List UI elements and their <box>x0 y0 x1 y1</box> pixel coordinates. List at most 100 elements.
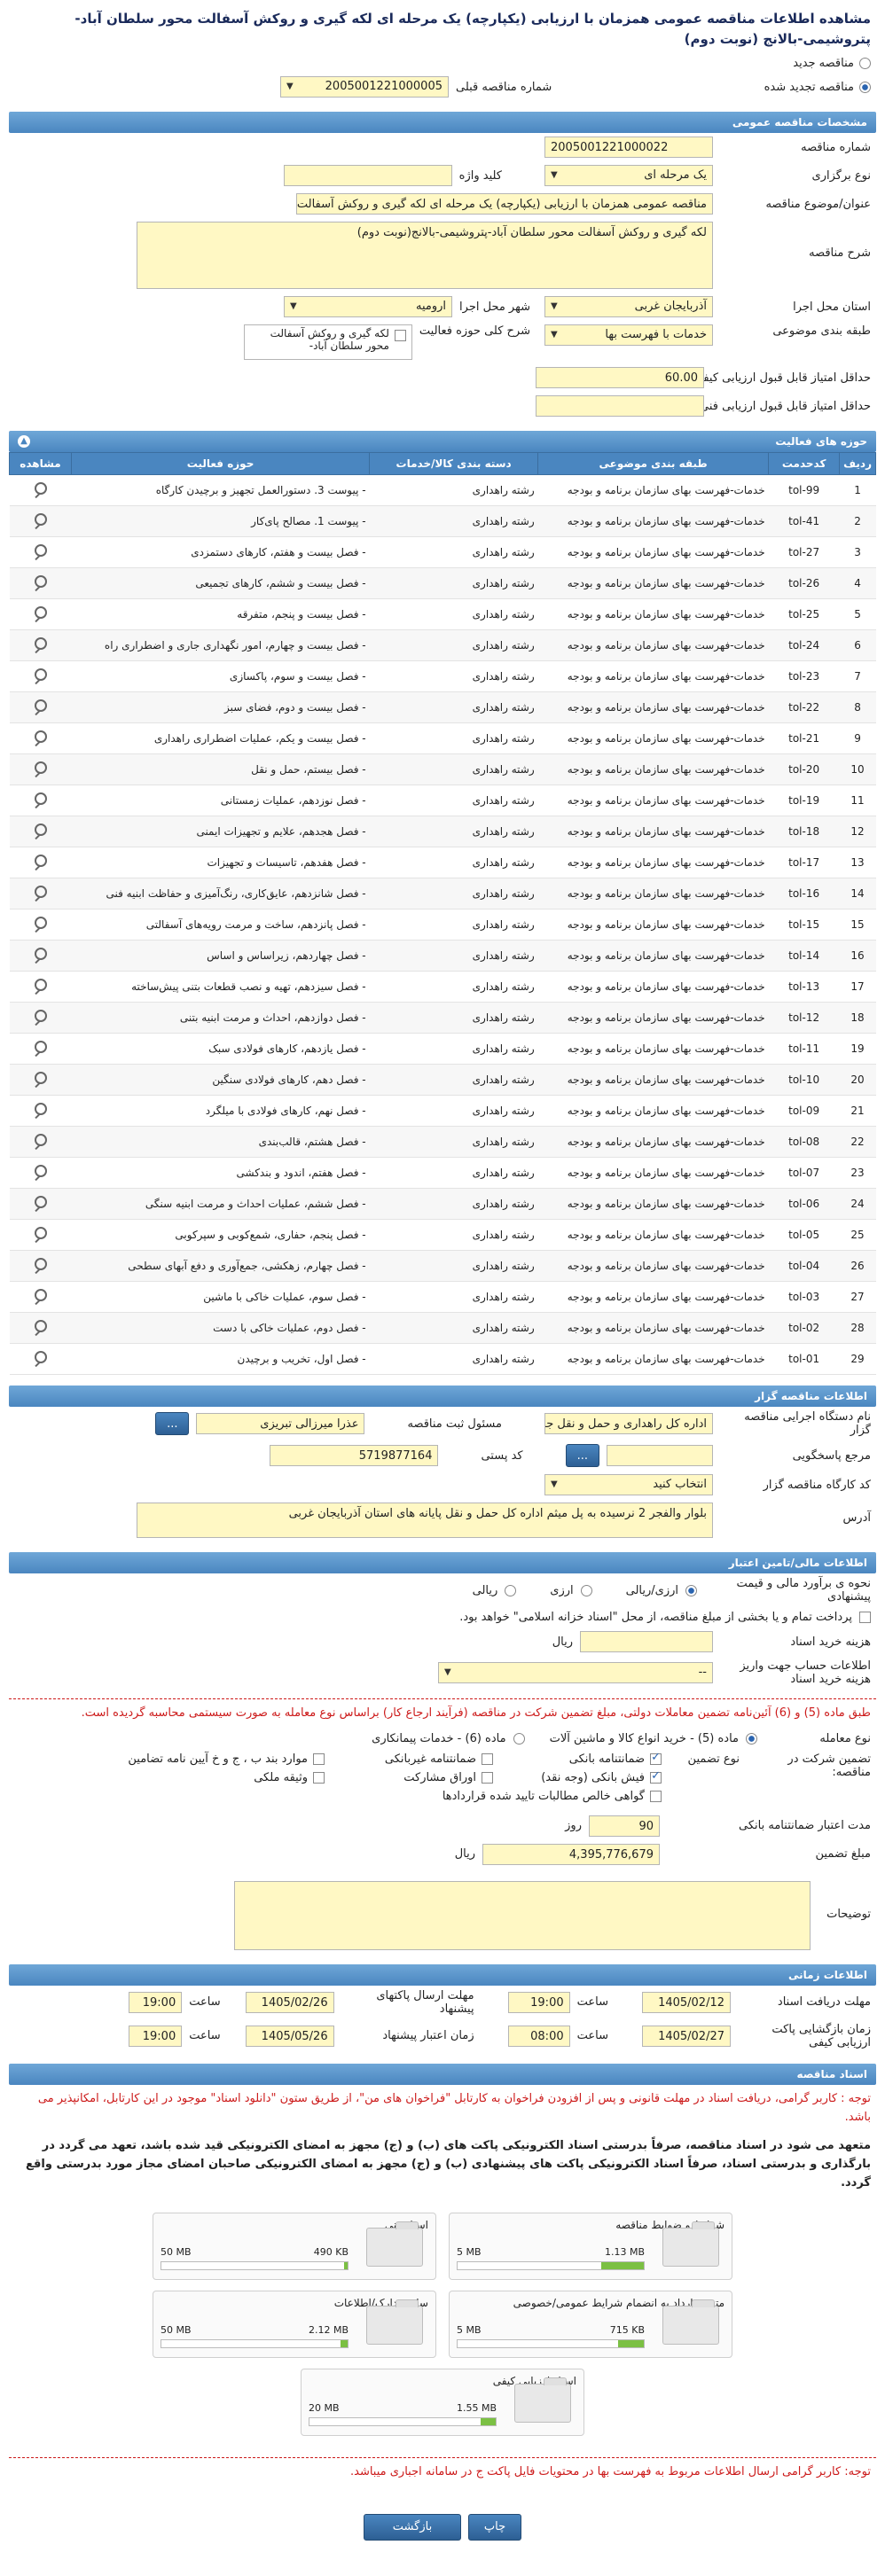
magnifier-icon[interactable] <box>33 1350 49 1366</box>
doc-receive-time[interactable]: 19:00 <box>507 1991 570 2013</box>
cell-view[interactable] <box>9 536 72 568</box>
magnifier-icon[interactable] <box>33 605 49 621</box>
opening-date[interactable]: 1405/02/27 <box>642 2025 731 2047</box>
document-card[interactable]: متن قرارداد به انضمام شرایط عمومی/خصوصی 7… <box>449 2290 732 2358</box>
magnifier-icon[interactable] <box>33 1319 49 1335</box>
validity-time[interactable]: 19:00 <box>129 2025 183 2047</box>
magnifier-icon[interactable] <box>33 1226 49 1242</box>
validity-field[interactable]: 90 <box>589 1815 660 1837</box>
address-field[interactable]: بلوار والفجر 2 نرسیده به پل میثم اداره ک… <box>137 1503 713 1538</box>
registrar-more-button[interactable]: ... <box>155 1412 190 1435</box>
notes-field[interactable] <box>234 1880 811 1950</box>
registrar-field[interactable]: عذرا میرزالی تبریزی <box>196 1413 365 1434</box>
magnifier-icon[interactable] <box>33 574 49 590</box>
cell-view[interactable] <box>9 1126 72 1158</box>
cell-view[interactable] <box>9 629 72 661</box>
cell-view[interactable] <box>9 1095 72 1127</box>
renewed-tender-radio[interactable] <box>859 81 871 93</box>
document-card[interactable]: اسناد ارزیابی کیفی 1.55 MB 20 MB <box>301 2368 584 2436</box>
cell-view[interactable] <box>9 1033 72 1065</box>
cell-view[interactable] <box>9 505 72 537</box>
magnifier-icon[interactable] <box>33 730 49 745</box>
cell-view[interactable] <box>9 1250 72 1282</box>
doc-cost-field[interactable] <box>580 1631 713 1652</box>
device-field[interactable]: اداره کل راهداری و حمل و نقل جاده ای است… <box>544 1413 713 1434</box>
g-cheque-option[interactable]: فیش بانکی (وجه نقد) <box>502 1769 662 1784</box>
opening-time[interactable]: 08:00 <box>507 2025 570 2047</box>
magnifier-icon[interactable] <box>33 1071 49 1087</box>
subject-field[interactable]: مناقصه عمومی همزمان با ارزیابی (یکپارچه)… <box>296 193 713 215</box>
g-nonbank-option[interactable]: ضمانتنامه غیربانکی <box>333 1752 493 1766</box>
magnifier-icon[interactable] <box>33 512 49 528</box>
g-bank-option[interactable]: ضمانتنامه بانکی <box>502 1751 662 1766</box>
cell-view[interactable] <box>9 1064 72 1096</box>
account-select[interactable]: -- ▼ <box>438 1662 713 1683</box>
cell-view[interactable] <box>9 722 72 754</box>
document-card[interactable]: اسناد فنی490 KB50 MB <box>153 2212 436 2280</box>
g-bonds-option[interactable]: اوراق مشارکت <box>333 1771 493 1784</box>
magnifier-icon[interactable] <box>33 667 49 683</box>
g-property-checkbox[interactable] <box>313 1771 325 1784</box>
cell-view[interactable] <box>9 753 72 785</box>
magnifier-icon[interactable] <box>33 792 49 808</box>
min-tech-field[interactable] <box>536 395 704 417</box>
reference-field[interactable] <box>607 1445 713 1466</box>
category-select[interactable]: خدمات با فهرست بها ▼ <box>544 324 713 346</box>
print-button[interactable]: چاپ <box>468 2513 521 2541</box>
g-other-checkbox[interactable] <box>313 1752 325 1765</box>
cell-view[interactable] <box>9 1312 72 1344</box>
reference-more-button[interactable]: ... <box>565 1444 599 1467</box>
cell-view[interactable] <box>9 940 72 972</box>
magnifier-icon[interactable] <box>33 885 49 901</box>
keyword-field[interactable] <box>283 165 452 186</box>
workshop-select[interactable]: انتخاب کنید ▼ <box>544 1474 713 1495</box>
postal-field[interactable]: 5719877164 <box>270 1445 439 1466</box>
cell-view[interactable] <box>9 1343 72 1375</box>
prev-number-select[interactable]: 2005001221000005 ▼ <box>280 76 449 98</box>
city-select[interactable]: ارومیه ▼ <box>284 296 453 317</box>
magnifier-icon[interactable] <box>33 636 49 652</box>
new-tender-radio[interactable] <box>859 58 871 69</box>
cell-view[interactable] <box>9 660 72 692</box>
document-card[interactable]: شرایط و ضوابط مناقصه 1.13 MB 5 MB <box>449 2212 732 2280</box>
magnifier-icon[interactable] <box>33 543 49 559</box>
cell-view[interactable] <box>9 847 72 878</box>
magnifier-icon[interactable] <box>33 1102 49 1118</box>
cell-view[interactable] <box>9 1281 72 1313</box>
doc-receive-date[interactable]: 1405/02/12 <box>642 1991 731 2013</box>
magnifier-icon[interactable] <box>33 978 49 994</box>
new-tender-option[interactable]: مناقصه جدید <box>9 54 876 73</box>
cell-view[interactable] <box>9 1219 72 1251</box>
magnifier-icon[interactable] <box>33 1164 49 1180</box>
foreign-radio[interactable] <box>580 1584 592 1596</box>
description-field[interactable]: لکه گیری و روکش آسفالت محور سلطان آباد-پ… <box>137 222 713 289</box>
cell-view[interactable] <box>9 598 72 630</box>
magnifier-icon[interactable] <box>33 916 49 932</box>
activity-scope-checkbox[interactable] <box>394 330 406 341</box>
currency-rial-radio[interactable] <box>685 1584 697 1596</box>
magnifier-icon[interactable] <box>33 1195 49 1211</box>
magnifier-icon[interactable] <box>33 1288 49 1304</box>
amount-field[interactable]: 4,395,776,679 <box>482 1843 660 1865</box>
magnifier-icon[interactable] <box>33 699 49 714</box>
cell-view[interactable] <box>9 909 72 941</box>
magnifier-icon[interactable] <box>33 947 49 963</box>
g-nonbank-checkbox[interactable] <box>482 1752 493 1765</box>
rial-radio[interactable] <box>505 1584 517 1596</box>
g-receivables-option[interactable]: گواهی خالص مطالبات تایید شده قراردادها <box>76 1790 662 1803</box>
magnifier-icon[interactable] <box>33 823 49 839</box>
cell-view[interactable] <box>9 878 72 909</box>
activity-scope-list[interactable]: لکه گیری و روکش آسفالت محور سلطان آباد- <box>243 324 412 360</box>
g-receivables-checkbox[interactable] <box>650 1790 662 1802</box>
cell-view[interactable] <box>9 474 72 506</box>
cell-view[interactable] <box>9 691 72 723</box>
treasury-checkbox[interactable] <box>859 1612 871 1623</box>
cell-view[interactable] <box>9 816 72 847</box>
renewed-tender-option[interactable]: مناقصه تجدید شده <box>764 81 871 94</box>
magnifier-icon[interactable] <box>33 761 49 777</box>
validity-date[interactable]: 1405/05/26 <box>245 2025 334 2047</box>
cell-view[interactable] <box>9 785 72 816</box>
magnifier-icon[interactable] <box>33 1133 49 1149</box>
magnifier-icon[interactable] <box>33 854 49 870</box>
magnifier-icon[interactable] <box>33 481 49 497</box>
